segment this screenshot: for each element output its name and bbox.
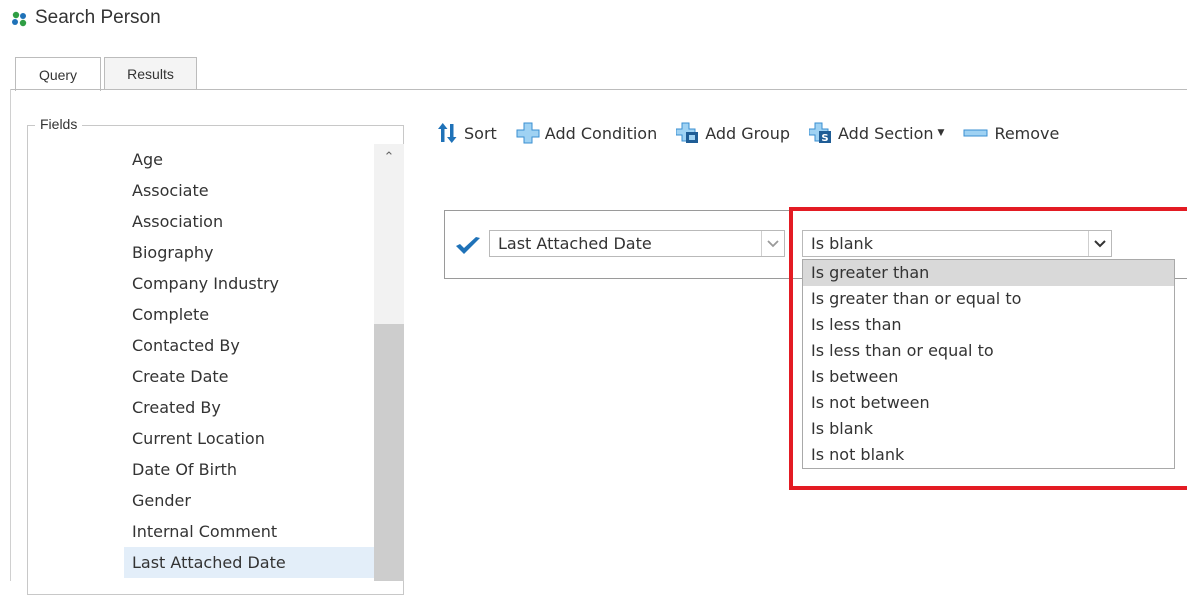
option-is-not-between[interactable]: Is not between [803, 390, 1174, 416]
field-item-associate[interactable]: Associate [124, 175, 374, 206]
add-group-button[interactable]: Add Group [676, 122, 790, 144]
field-item-complete[interactable]: Complete [124, 299, 374, 330]
operator-select[interactable]: Is blank [802, 230, 1112, 257]
title-bar: Search Person [0, 0, 1187, 42]
field-item-date-of-birth[interactable]: Date Of Birth [124, 454, 374, 485]
window-title: Search Person [35, 7, 161, 28]
add-condition-label: Add Condition [544, 123, 658, 143]
option-is-greater-than[interactable]: Is greater than [803, 260, 1174, 286]
minus-icon [963, 129, 988, 137]
option-is-between[interactable]: Is between [803, 364, 1174, 390]
app-logo-icon [12, 11, 27, 27]
tab-query[interactable]: Query [15, 57, 101, 91]
field-item-internal-comment[interactable]: Internal Comment [124, 516, 374, 547]
scroll-up-icon[interactable]: ⌃ [374, 150, 404, 170]
option-is-less-than[interactable]: Is less than [803, 312, 1174, 338]
fields-legend: Fields [35, 116, 83, 132]
field-item-biography[interactable]: Biography [124, 237, 374, 268]
fields-list[interactable]: Age Associate Association Biography Comp… [124, 144, 374, 578]
add-group-icon [676, 122, 699, 143]
option-is-greater-than-or-equal-to[interactable]: Is greater than or equal to [803, 286, 1174, 312]
fields-scrollbar[interactable]: ⌃ [374, 144, 404, 581]
field-item-association[interactable]: Association [124, 206, 374, 237]
chevron-down-icon[interactable] [1088, 231, 1111, 256]
chevron-down-icon[interactable] [761, 231, 784, 256]
sort-icon [438, 123, 457, 143]
field-item-gender[interactable]: Gender [124, 485, 374, 516]
option-is-not-blank[interactable]: Is not blank [803, 442, 1174, 468]
sort-label: Sort [464, 123, 497, 143]
add-group-label: Add Group [705, 123, 790, 143]
svg-text:S: S [821, 133, 828, 144]
add-condition-button[interactable]: Add Condition [516, 122, 657, 144]
option-is-less-than-or-equal-to[interactable]: Is less than or equal to [803, 338, 1174, 364]
sort-button[interactable]: Sort [437, 122, 497, 144]
add-section-icon: S [809, 122, 831, 144]
tab-results[interactable]: Results [104, 57, 197, 90]
remove-button[interactable]: Remove [963, 122, 1059, 144]
field-select-value: Last Attached Date [498, 234, 652, 253]
field-item-current-location[interactable]: Current Location [124, 423, 374, 454]
field-item-created-by[interactable]: Created By [124, 392, 374, 423]
plus-icon [516, 122, 540, 144]
add-section-button[interactable]: S Add Section ▼ [809, 122, 944, 144]
add-section-label: Add Section [838, 123, 934, 143]
remove-label: Remove [994, 123, 1060, 143]
dropdown-caret-icon: ▼ [937, 128, 945, 138]
option-is-blank[interactable]: Is blank [803, 416, 1174, 442]
field-item-last-attached-date[interactable]: Last Attached Date [124, 547, 374, 578]
field-item-create-date[interactable]: Create Date [124, 361, 374, 392]
field-item-company-industry[interactable]: Company Industry [124, 268, 374, 299]
panel-border [10, 89, 11, 581]
field-item-contacted-by[interactable]: Contacted By [124, 330, 374, 361]
tab-divider [10, 89, 1187, 90]
check-icon[interactable] [455, 236, 481, 256]
scroll-thumb[interactable] [374, 324, 404, 581]
query-toolbar: Sort Add Condition Add Group S Add Secti… [437, 118, 1078, 148]
operator-dropdown-list[interactable]: Is greater than Is greater than or equal… [802, 259, 1175, 469]
field-select[interactable]: Last Attached Date [489, 230, 785, 257]
operator-select-value: Is blank [811, 234, 873, 253]
field-item-age[interactable]: Age [124, 144, 374, 175]
